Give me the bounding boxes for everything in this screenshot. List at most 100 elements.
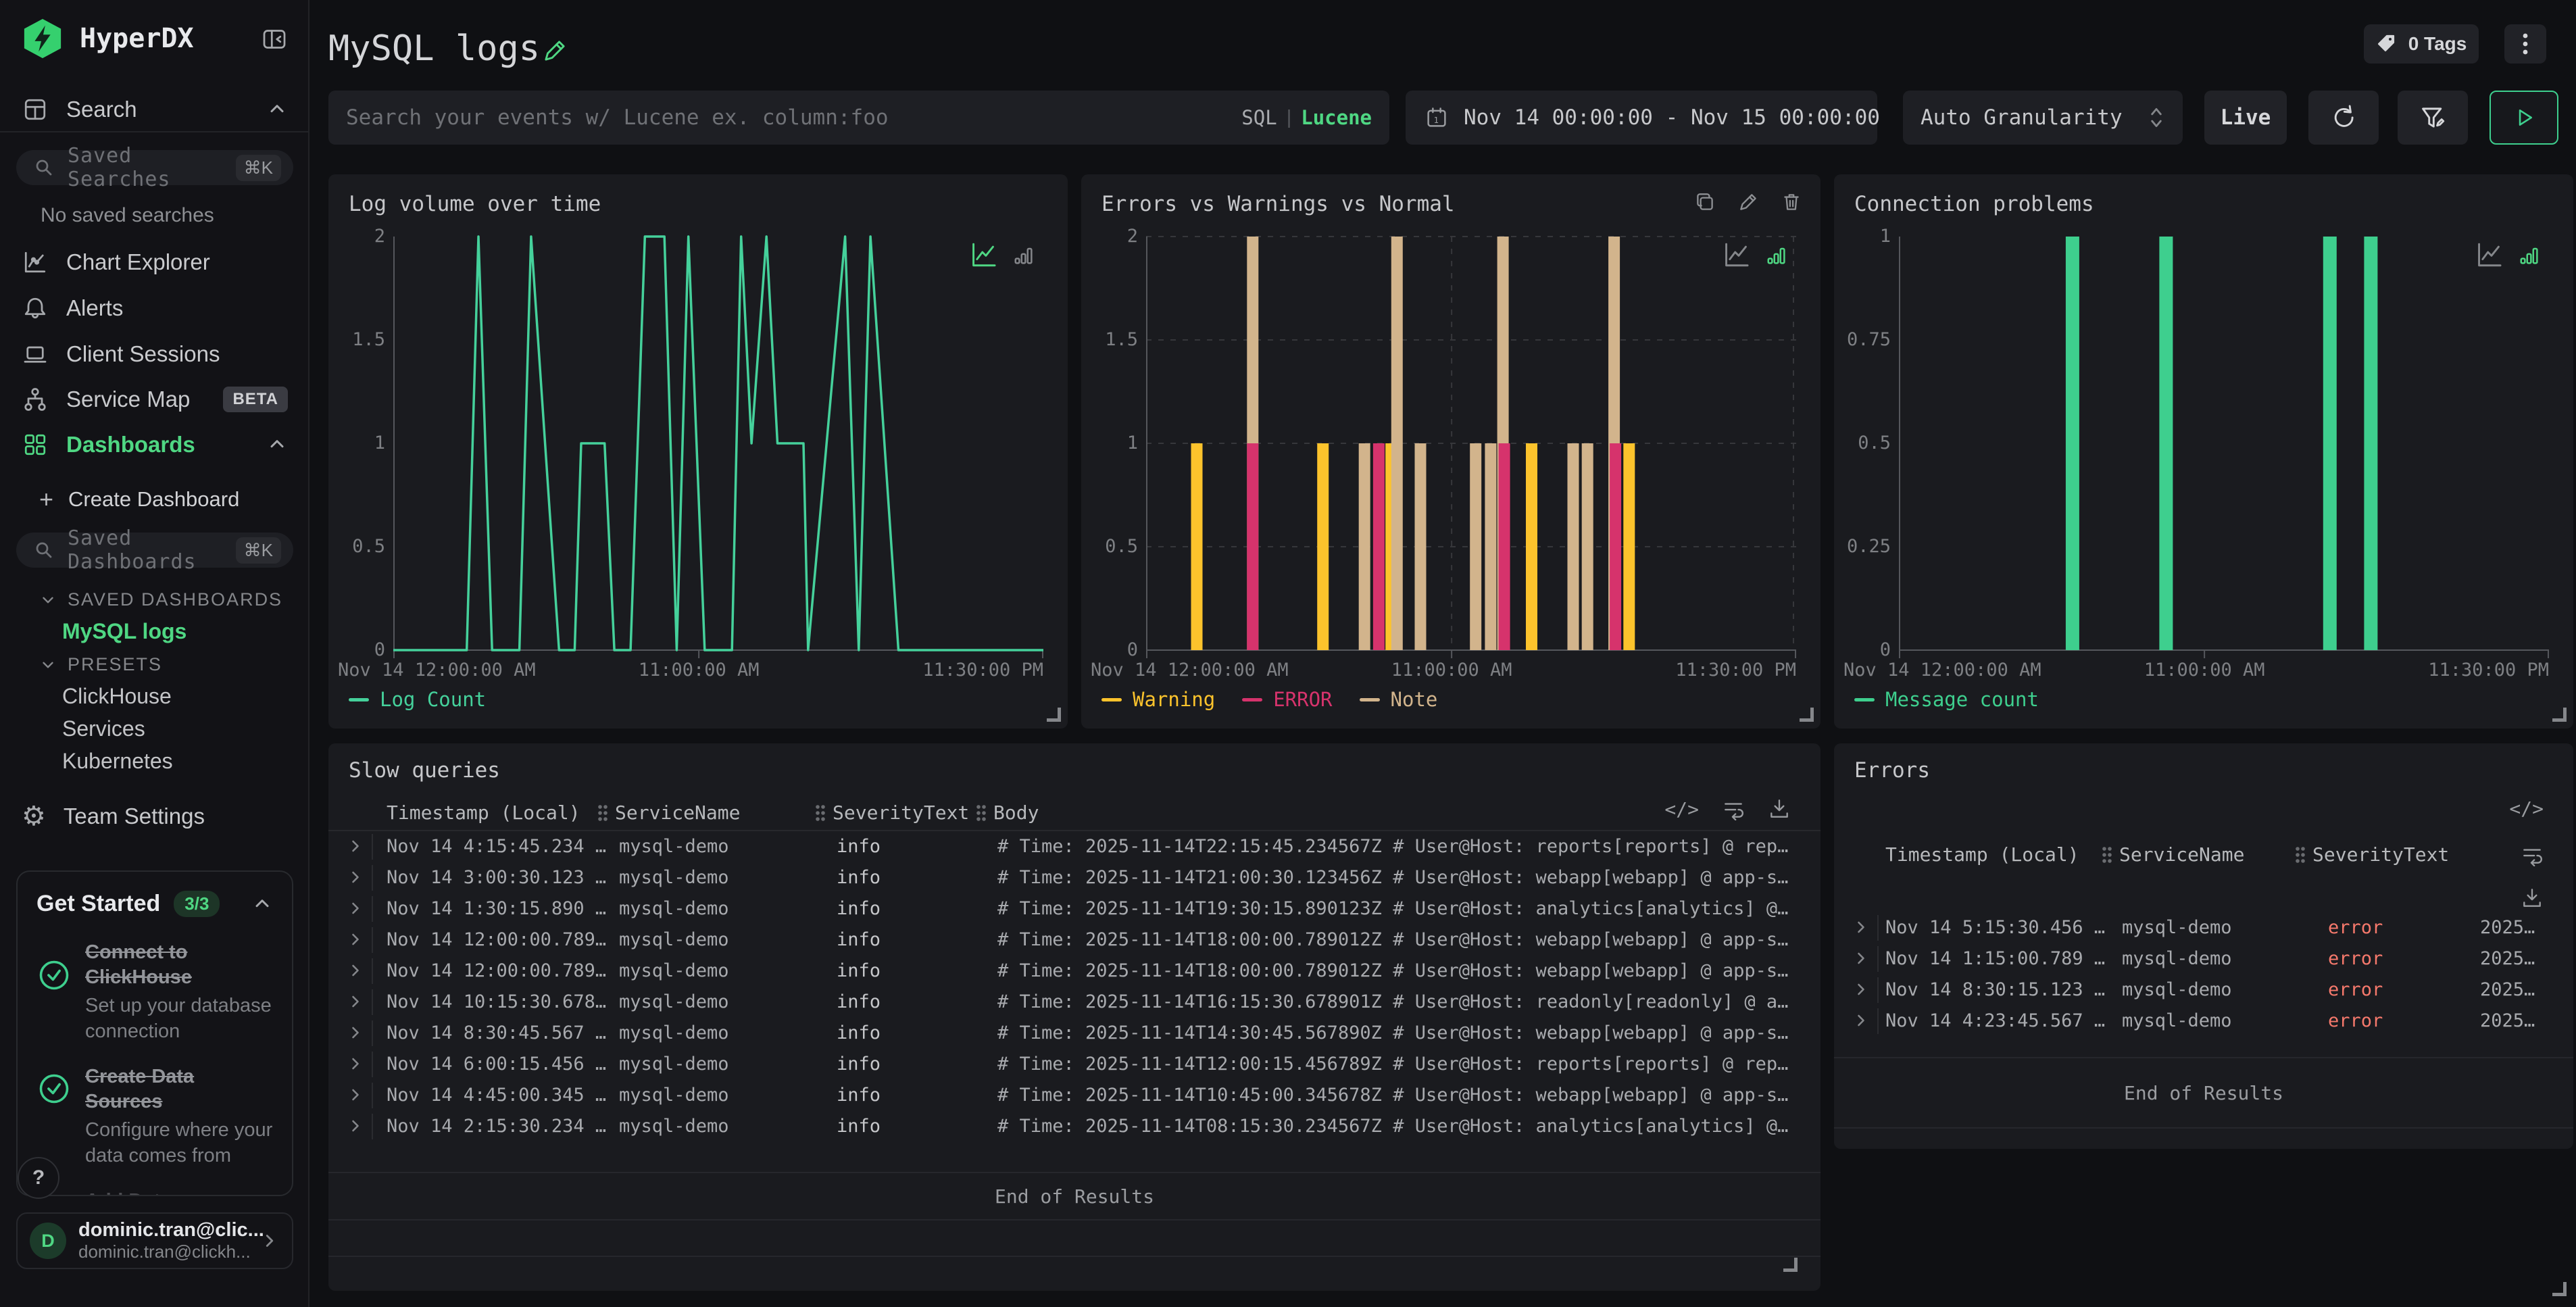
download-icon[interactable] xyxy=(2521,887,2544,910)
get-started-card: Get Started 3/3 Connect to ClickHouseSet… xyxy=(16,870,293,1196)
saved-dashboards-input[interactable]: Saved Dashboards ⌘K xyxy=(16,533,293,568)
check-circle-icon xyxy=(36,1071,72,1168)
sidebar-item-service-map[interactable]: Service Map BETA xyxy=(0,380,309,418)
table-row[interactable]: Nov 14 4:15:45.234 PMmysql-demoinfo# Tim… xyxy=(328,831,1820,862)
table-row[interactable]: Nov 14 2:15:30.234 AMmysql-demoinfo# Tim… xyxy=(328,1111,1820,1142)
saved-searches-input[interactable]: Saved Searches ⌘K xyxy=(16,150,293,185)
resize-handle[interactable] xyxy=(2552,1282,2567,1296)
shortcut-badge: ⌘K xyxy=(236,537,281,564)
sidebar-item-client-sessions[interactable]: Client Sessions xyxy=(0,335,309,373)
user-menu[interactable]: D dominic.tran@clic... dominic.tran@clic… xyxy=(16,1212,293,1269)
expand-row-icon[interactable] xyxy=(346,961,365,980)
date-range-value: Nov 14 00:00:00 - Nov 15 00:00:00 xyxy=(1464,105,1880,130)
resize-handle[interactable] xyxy=(1047,708,1061,722)
bar-chart-toggle-icon[interactable] xyxy=(2517,243,2541,267)
sidebar-preset-kubernetes[interactable]: Kubernetes xyxy=(62,749,173,774)
help-button[interactable]: ? xyxy=(18,1157,59,1199)
tags-button[interactable]: 0 Tags xyxy=(2364,24,2479,64)
get-started-step[interactable]: Add DataStart sending logs, metrics, or … xyxy=(36,1189,273,1196)
sidebar-item-search[interactable]: Search xyxy=(0,91,309,128)
bar-chart-toggle-icon[interactable] xyxy=(1011,243,1035,267)
expand-row-icon[interactable] xyxy=(346,1023,365,1042)
chevron-up-icon[interactable] xyxy=(251,893,273,915)
sidebar-item-chart-explorer[interactable]: Chart Explorer xyxy=(0,243,309,281)
filter-icon xyxy=(2419,103,2447,132)
get-started-step[interactable]: Create Data SourcesConfigure where your … xyxy=(36,1064,273,1168)
resize-handle[interactable] xyxy=(1800,708,1814,722)
table-row[interactable]: Nov 14 1:15:00.789 PMmysql-demoerror2025… xyxy=(1834,943,2573,975)
legend-item[interactable]: ERROR xyxy=(1242,688,1332,711)
resize-handle[interactable] xyxy=(1783,1258,1798,1272)
lucene-toggle[interactable]: Lucene xyxy=(1301,106,1372,129)
edit-title-icon[interactable] xyxy=(541,36,569,65)
filter-button[interactable] xyxy=(2398,91,2468,145)
sidebar-collapse-icon[interactable] xyxy=(261,26,288,53)
table-row[interactable]: Nov 14 5:15:30.456 PMmysql-demoerror2025… xyxy=(1834,912,2573,943)
code-view-icon[interactable]: </> xyxy=(2509,797,2544,820)
get-started-step[interactable]: Connect to ClickHouseSet up your databas… xyxy=(36,940,273,1044)
table-row[interactable]: Nov 14 10:15:30.678 AMmysql-demoinfo# Ti… xyxy=(328,987,1820,1018)
sql-toggle[interactable]: SQL xyxy=(1241,106,1277,129)
x-axis-tick: 11:00:00 AM xyxy=(1391,660,1512,681)
bar-chart-toggle-icon[interactable] xyxy=(1764,243,1788,267)
sidebar-dashboard-mysql-logs[interactable]: MySQL logs xyxy=(62,619,187,644)
table-row[interactable]: Nov 14 12:00:00.789 PMmysql-demoinfo# Ti… xyxy=(328,924,1820,956)
dashboard-menu-button[interactable] xyxy=(2504,24,2546,64)
column-header-body[interactable]: Body xyxy=(976,802,1039,824)
table-row[interactable]: Nov 14 4:23:45.567 AMmysql-demoerror2025… xyxy=(1834,1006,2573,1037)
saved-dashboards-section[interactable]: SAVED DASHBOARDS xyxy=(39,589,282,610)
sidebar-preset-clickhouse[interactable]: ClickHouse xyxy=(62,684,172,709)
legend-item[interactable]: Warning xyxy=(1101,688,1215,711)
sidebar-item-alerts[interactable]: Alerts xyxy=(0,289,309,327)
event-search-input[interactable]: Search your events w/ Lucene ex. column:… xyxy=(328,91,1389,145)
expand-row-icon[interactable] xyxy=(346,930,365,949)
line-chart-toggle-icon[interactable] xyxy=(969,241,997,269)
expand-row-icon[interactable] xyxy=(1852,980,1871,999)
table-row[interactable]: Nov 14 1:30:15.890 PMmysql-demoinfo# Tim… xyxy=(328,893,1820,924)
legend-item[interactable]: Log Count xyxy=(349,688,486,711)
granularity-select[interactable]: Auto Granularity xyxy=(1903,91,2183,145)
search-placeholder: Search your events w/ Lucene ex. column:… xyxy=(346,105,1241,130)
table-row[interactable]: Nov 14 8:30:15.123 AMmysql-demoerror2025… xyxy=(1834,975,2573,1006)
sidebar-preset-services[interactable]: Services xyxy=(62,716,145,741)
get-started-title: Get Started xyxy=(36,891,160,917)
sidebar-item-dashboards[interactable]: Dashboards xyxy=(0,426,309,464)
expand-row-icon[interactable] xyxy=(346,868,365,887)
column-header-severitytext[interactable]: SeverityText xyxy=(2295,843,2449,866)
column-header-timestamp[interactable]: Timestamp (Local) xyxy=(387,802,580,824)
column-header-servicename[interactable]: ServiceName xyxy=(2102,843,2244,866)
table-row[interactable]: Nov 14 6:00:15.456 AMmysql-demoinfo# Tim… xyxy=(328,1049,1820,1080)
expand-row-icon[interactable] xyxy=(1852,949,1871,968)
table-row[interactable]: Nov 14 8:30:45.567 AMmysql-demoinfo# Tim… xyxy=(328,1018,1820,1049)
live-button[interactable]: Live xyxy=(2204,91,2287,145)
expand-row-icon[interactable] xyxy=(1852,1011,1871,1030)
expand-row-icon[interactable] xyxy=(346,992,365,1011)
column-header-timestamp[interactable]: Timestamp (Local) xyxy=(1885,843,2079,866)
line-chart-toggle-icon[interactable] xyxy=(2475,241,2503,269)
date-range-picker[interactable]: 1 Nov 14 00:00:00 - Nov 15 00:00:00 xyxy=(1406,91,1877,145)
create-dashboard-button[interactable]: + Create Dashboard xyxy=(39,485,239,514)
line-chart-toggle-icon[interactable] xyxy=(1722,241,1750,269)
run-query-button[interactable] xyxy=(2490,91,2558,145)
expand-row-icon[interactable] xyxy=(346,837,365,856)
expand-row-icon[interactable] xyxy=(1852,918,1871,937)
expand-row-icon[interactable] xyxy=(346,1116,365,1135)
table-row[interactable]: Nov 14 12:00:00.789 PMmysql-demoinfo# Ti… xyxy=(328,956,1820,987)
expand-row-icon[interactable] xyxy=(346,899,365,918)
refresh-button[interactable] xyxy=(2308,91,2379,145)
dashboards-icon xyxy=(22,431,49,458)
presets-section[interactable]: PRESETS xyxy=(39,654,162,675)
resize-handle[interactable] xyxy=(2552,708,2567,722)
bell-icon xyxy=(22,295,49,322)
legend-item[interactable]: Message count xyxy=(1854,688,2039,711)
table-cell: mysql-demo xyxy=(2122,1010,2311,1031)
expand-row-icon[interactable] xyxy=(346,1085,365,1104)
sidebar-item-team-settings[interactable]: ⚙ Team Settings xyxy=(0,797,309,835)
table-row[interactable]: Nov 14 4:45:00.345 AMmysql-demoinfo# Tim… xyxy=(328,1080,1820,1111)
column-header-severitytext[interactable]: SeverityText xyxy=(815,802,969,824)
legend-item[interactable]: Note xyxy=(1360,688,1438,711)
expand-row-icon[interactable] xyxy=(346,1054,365,1073)
column-header-servicename[interactable]: ServiceName xyxy=(597,802,740,824)
table-row[interactable]: Nov 14 3:00:30.123 PMmysql-demoinfo# Tim… xyxy=(328,862,1820,893)
sidebar-item-label: Team Settings xyxy=(64,804,288,829)
